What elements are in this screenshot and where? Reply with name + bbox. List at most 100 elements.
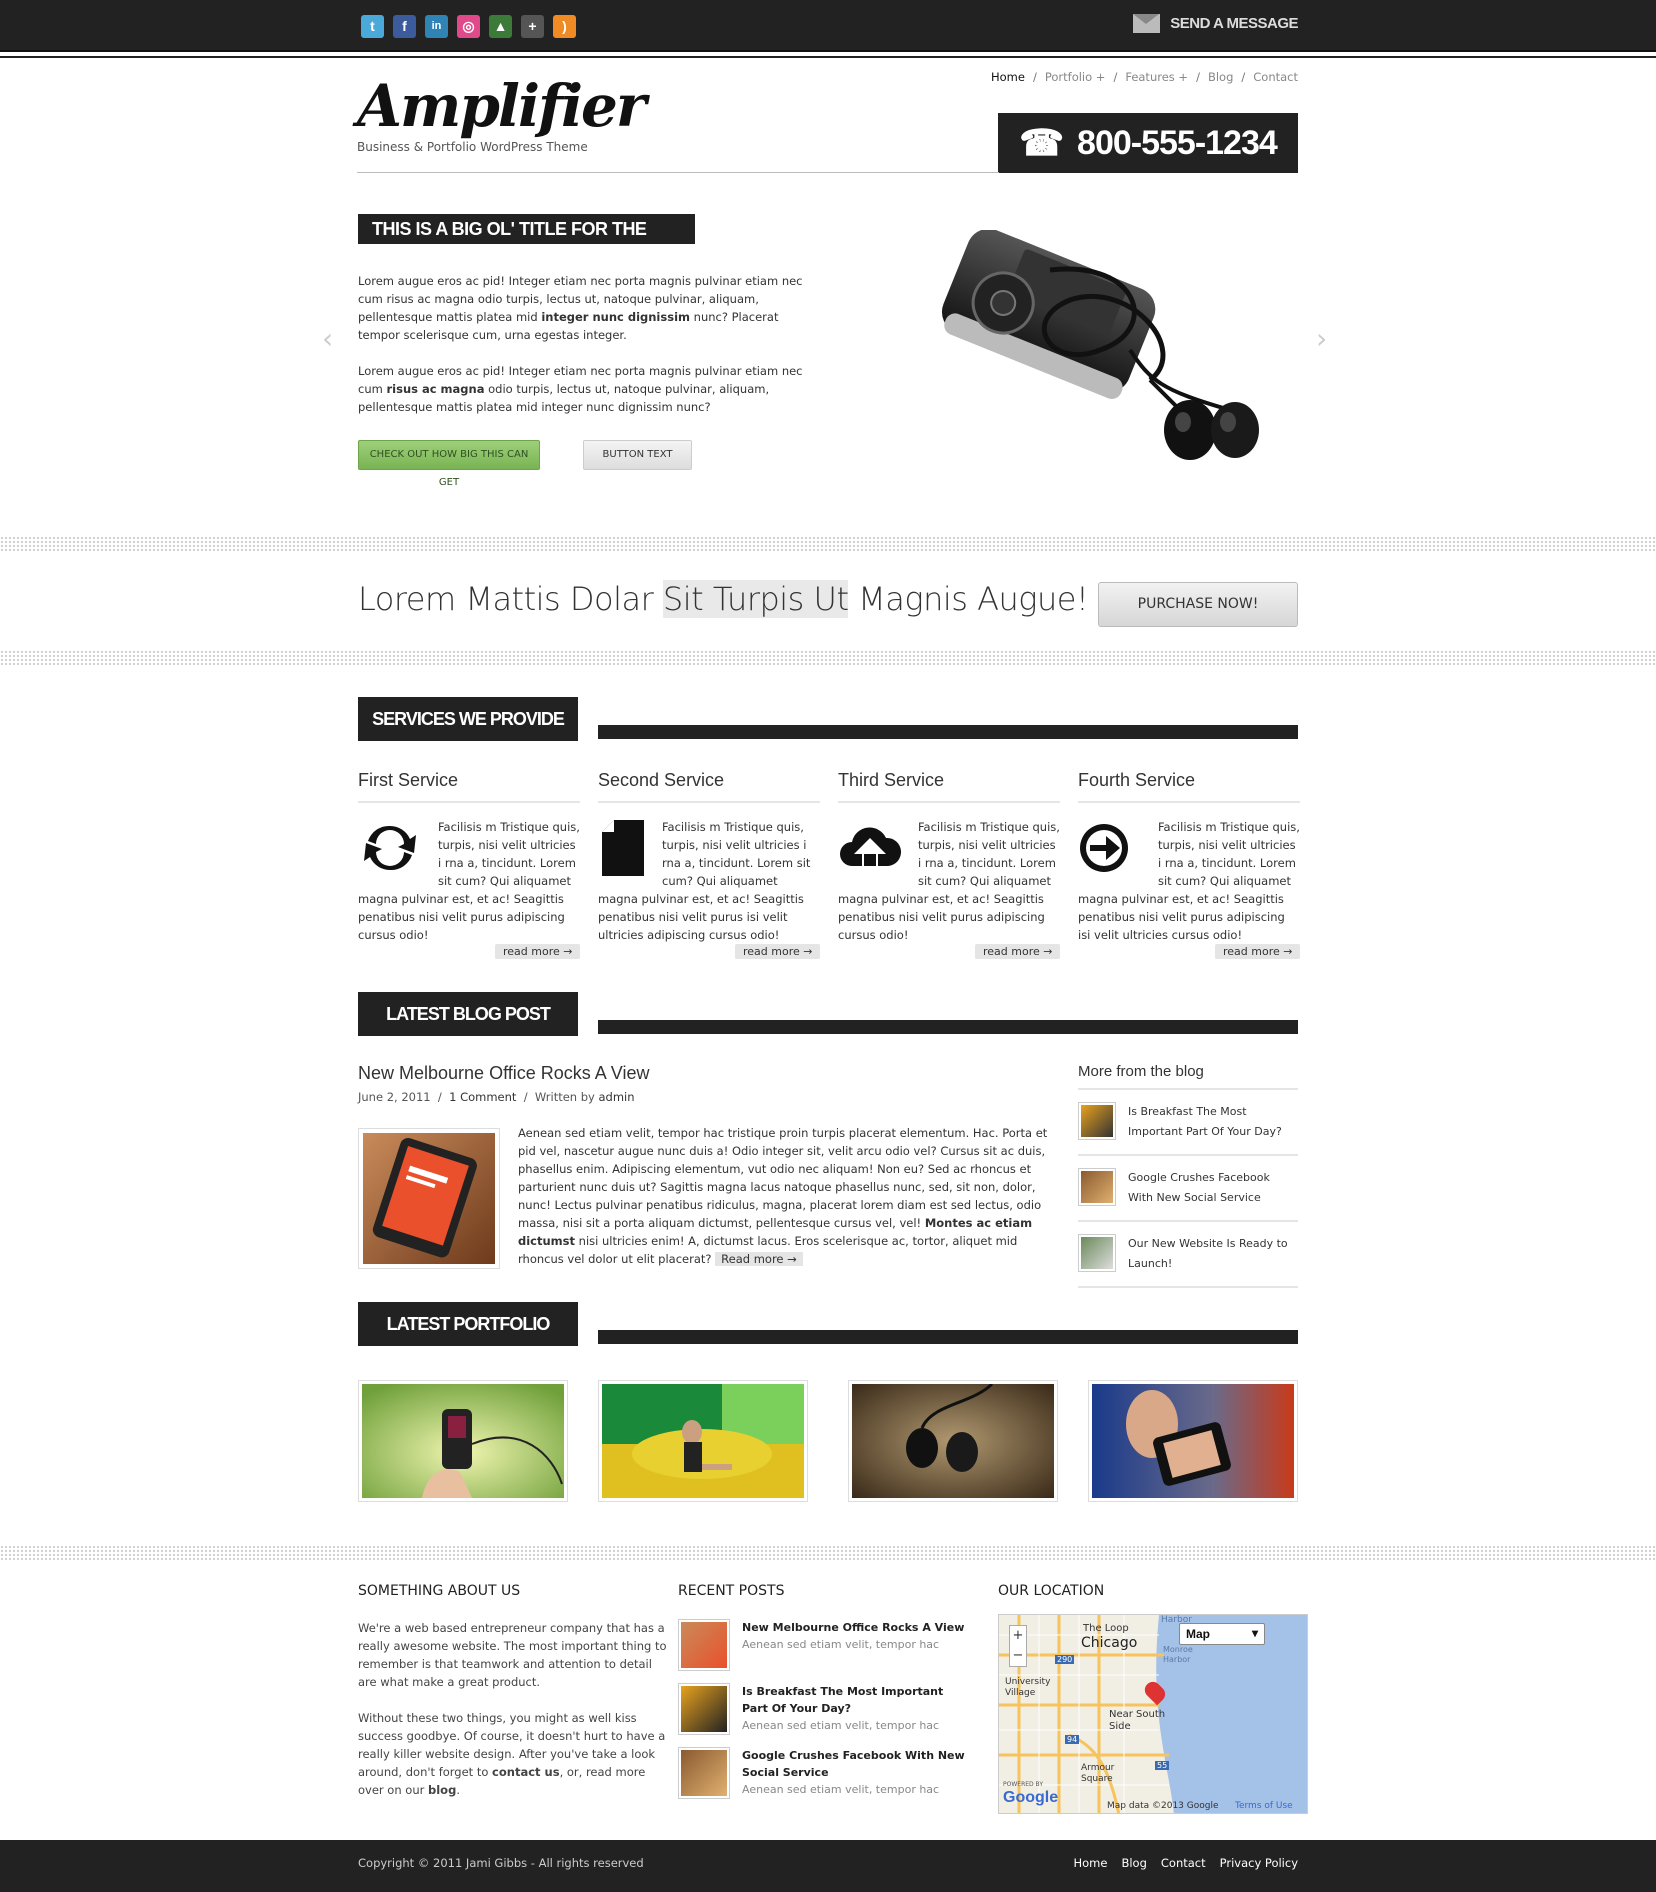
post-read-more-link[interactable]: Read more → [715, 1252, 803, 1266]
twitter-icon[interactable]: t [361, 15, 384, 38]
main-nav: Home / Portfolio + / Features + / Blog / Con… [991, 70, 1298, 84]
recent-post-excerpt: Aenean sed etiam velit, tempor hac [742, 1638, 940, 1651]
slider-prev-icon[interactable]: ‹ [322, 325, 344, 353]
map-attribution: Map data ©2013 Google [1107, 1801, 1219, 1811]
portfolio-item[interactable] [848, 1380, 1058, 1502]
map-label-city: Chicago [1081, 1635, 1138, 1651]
read-more-link[interactable]: read more → [495, 944, 581, 959]
dribbble-icon[interactable]: ◎ [457, 15, 480, 38]
service-title: Third Service [838, 770, 1060, 803]
section-bar [598, 1020, 1298, 1034]
recent-post[interactable]: Google Crushes Facebook With New Social … [678, 1747, 968, 1799]
recent-post[interactable]: Is Breakfast The Most Important Part Of … [678, 1683, 968, 1735]
slide-text-bold: integer nunc dignissim [541, 310, 690, 324]
google-plus-icon[interactable]: + [521, 15, 544, 38]
list-item-title: Is Breakfast The Most Important Part Of … [1128, 1105, 1282, 1138]
post-meta: June 2, 2011 / 1 Comment / Written by ad… [358, 1090, 635, 1104]
nav-features[interactable]: Features + [1125, 70, 1188, 84]
section-bar [598, 725, 1298, 739]
map-type-select[interactable]: Map ▾ [1179, 1623, 1265, 1645]
footer-nav: Home Blog Contact Privacy Policy [1073, 1856, 1298, 1870]
map-terms-link[interactable]: Terms of Use [1235, 1801, 1293, 1811]
nav-separator: / [1196, 70, 1200, 84]
zoom-out-button[interactable]: − [1010, 1646, 1026, 1666]
forrst-icon[interactable]: ▲ [489, 15, 512, 38]
rss-icon[interactable]: ) [553, 15, 576, 38]
highway-shield: 94 [1065, 1735, 1080, 1744]
list-item[interactable]: Is Breakfast The Most Important Part Of … [1078, 1090, 1298, 1156]
header-rule [357, 172, 999, 173]
post-comments-link[interactable]: 1 Comment [449, 1090, 516, 1104]
purchase-button[interactable]: PURCHASE NOW! [1098, 582, 1298, 627]
blog-link[interactable]: blog [428, 1783, 456, 1797]
portfolio-item[interactable] [598, 1380, 808, 1502]
promo-text-part: Lorem Mattis Dolar [358, 580, 663, 618]
nav-blog[interactable]: Blog [1208, 70, 1233, 84]
post-written-by: Written by [534, 1090, 595, 1104]
read-more-link[interactable]: read more → [1215, 944, 1301, 959]
location-map[interactable]: Chicago The Loop Harbor Monroe Harbor Un… [998, 1614, 1308, 1814]
blog-heading: LATEST BLOG POST [358, 992, 578, 1036]
site-logo[interactable]: Amplifier [357, 72, 646, 140]
linkedin-icon[interactable]: in [425, 15, 448, 38]
map-type-label: Map [1186, 1627, 1210, 1641]
post-thumb [678, 1683, 730, 1735]
nav-portfolio[interactable]: Portfolio + [1045, 70, 1106, 84]
footer-link-contact[interactable]: Contact [1161, 1856, 1206, 1870]
post-author-link[interactable]: admin [599, 1090, 635, 1104]
services-heading: SERVICES WE PROVIDE [358, 697, 578, 741]
send-message-link[interactable]: SEND A MESSAGE [1133, 14, 1298, 33]
promo-text: Lorem Mattis Dolar Sit Turpis Ut Magnis … [358, 580, 1089, 618]
slide-primary-button[interactable]: CHECK OUT HOW BIG THIS CAN GET [358, 440, 540, 488]
mp3-player-image [941, 230, 1259, 460]
map-label-university: University Village [1005, 1677, 1051, 1698]
post-thumbnail[interactable] [358, 1128, 500, 1269]
post-thumb [1078, 1168, 1116, 1206]
map-label-armour: Armour Square [1081, 1763, 1115, 1784]
promo-text-highlight: Sit Turpis Ut [662, 580, 849, 618]
more-from-blog: More from the blog Is Breakfast The Most… [1078, 1063, 1298, 1288]
footer-link-blog[interactable]: Blog [1121, 1856, 1146, 1870]
dotted-band [0, 536, 1656, 552]
facebook-icon[interactable]: f [393, 15, 416, 38]
recent-post[interactable]: New Melbourne Office Rocks A View Aenean … [678, 1619, 968, 1671]
recent-post-title: Google Crushes Facebook With New Social … [742, 1749, 965, 1779]
refresh-icon [364, 825, 416, 871]
nav-separator: / [1241, 70, 1246, 84]
zoom-in-button[interactable]: + [1010, 1626, 1026, 1646]
recent-post-title: New Melbourne Office Rocks A View [742, 1621, 965, 1634]
footer-link-home[interactable]: Home [1073, 1856, 1107, 1870]
slide-secondary-button[interactable]: BUTTON TEXT [583, 440, 692, 470]
slide-text: Lorem augue eros ac pid! Integer etiam n… [358, 272, 808, 434]
nav-separator: / [1032, 70, 1037, 84]
recent-post-title: Is Breakfast The Most Important Part Of … [742, 1685, 944, 1715]
slider-next-icon[interactable]: › [1316, 325, 1338, 353]
map-powered-by: POWERED BY [1003, 1781, 1044, 1788]
nav-home[interactable]: Home [991, 70, 1025, 84]
footer-location-heading: OUR LOCATION [998, 1583, 1105, 1599]
nav-separator: / [1113, 70, 1118, 84]
post-title[interactable]: New Melbourne Office Rocks A View [358, 1063, 649, 1084]
arrow-circle-icon [1080, 824, 1128, 872]
footer-recent-posts: RECENT POSTS New Melbourne Office Rocks … [678, 1583, 968, 1811]
highway-shield: 55 [1155, 1761, 1170, 1770]
portfolio-item[interactable] [1088, 1380, 1298, 1502]
highway-shield: 290 [1055, 1655, 1075, 1664]
top-bar: t f in ◎ ▲ + ) SEND A MESSAGE [0, 0, 1656, 52]
read-more-link[interactable]: read more → [975, 944, 1061, 959]
footer-link-privacy[interactable]: Privacy Policy [1220, 1856, 1298, 1870]
recent-post-excerpt: Aenean sed etiam velit, tempor hac [742, 1719, 940, 1732]
contact-us-link[interactable]: contact us [492, 1765, 560, 1779]
chevron-down-icon: ▾ [1251, 1626, 1258, 1640]
read-more-link[interactable]: read more → [735, 944, 821, 959]
post-date: June 2, 2011 [358, 1090, 431, 1104]
document-icon [602, 820, 644, 876]
post-thumb [678, 1747, 730, 1799]
portfolio-item[interactable] [358, 1380, 568, 1502]
dotted-band [0, 650, 1656, 666]
post-thumb [1078, 1234, 1116, 1272]
list-item[interactable]: Our New Website Is Ready to Launch! [1078, 1222, 1298, 1288]
phone-number: 800-555-1234 [1077, 123, 1278, 162]
list-item[interactable]: Google Crushes Facebook With New Social … [1078, 1156, 1298, 1222]
nav-contact[interactable]: Contact [1253, 70, 1298, 84]
